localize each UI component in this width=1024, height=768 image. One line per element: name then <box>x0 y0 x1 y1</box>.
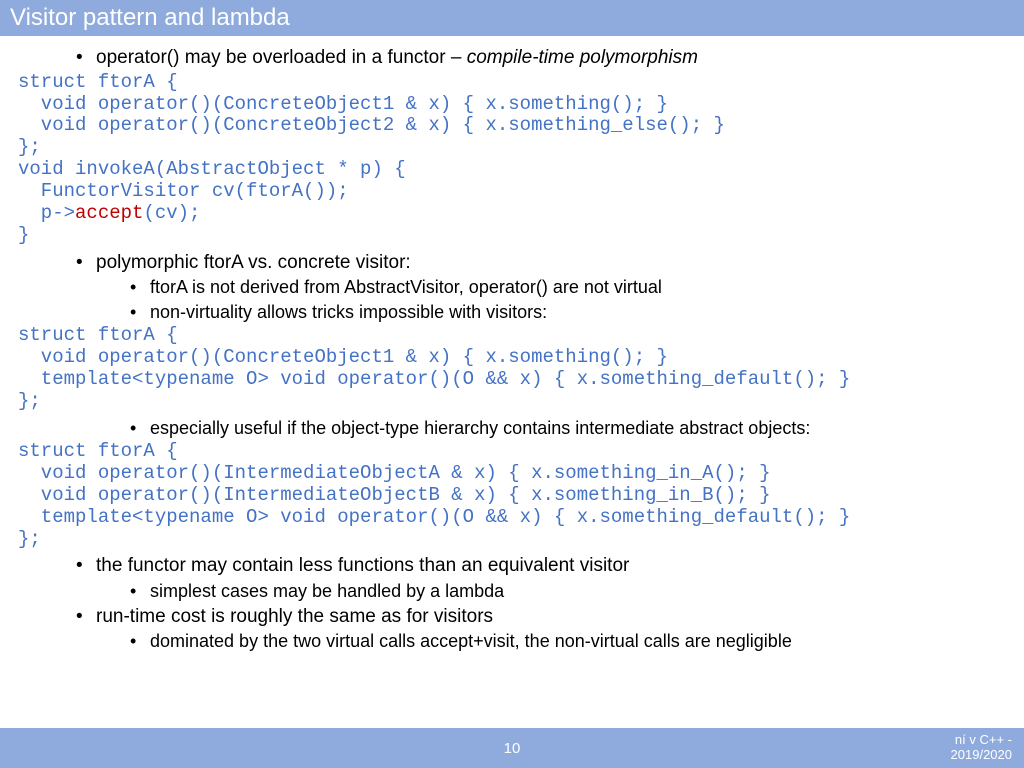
footer: 10 ní v C++ - 2019/2020 <box>0 728 1024 768</box>
code-line: }; <box>18 390 41 412</box>
page-number: 10 <box>0 740 1024 757</box>
code-line: FunctorVisitor cv(ftorA()); <box>18 180 349 202</box>
footer-line-1: ní v C++ - <box>951 733 1012 748</box>
bullet-list: run-time cost is roughly the same as for… <box>18 605 1006 629</box>
code-line: void operator()(ConcreteObject1 & x) { x… <box>18 93 668 115</box>
bullet-list: operator() may be overloaded in a functo… <box>18 46 1006 70</box>
bullet-text: operator() may be overloaded in a functo… <box>96 47 467 68</box>
code-line: }; <box>18 136 41 158</box>
sub-bullet-item: especially useful if the object-type hie… <box>18 417 1006 440</box>
code-line: template<typename O> void operator()(O &… <box>18 506 850 528</box>
code-line: struct ftorA { <box>18 440 178 462</box>
code-line: void operator()(ConcreteObject1 & x) { x… <box>18 346 668 368</box>
slide-body: operator() may be overloaded in a functo… <box>0 36 1024 768</box>
code-line: p-> <box>18 202 75 224</box>
bullet-item: the functor may contain less functions t… <box>18 554 1006 578</box>
sub-bullet-list: especially useful if the object-type hie… <box>18 417 1006 440</box>
code-line: void operator()(IntermediateObjectB & x)… <box>18 484 771 506</box>
code-line: } <box>18 224 29 246</box>
bullet-italic: compile-time polymorphism <box>467 47 698 68</box>
code-block-3: struct ftorA { void operator()(Intermedi… <box>18 441 1006 550</box>
code-line: void invokeA(AbstractObject * p) { <box>18 158 406 180</box>
code-line: void operator()(IntermediateObjectA & x)… <box>18 462 771 484</box>
sub-bullet-list: ftorA is not derived from AbstractVisito… <box>18 276 1006 323</box>
bullet-item: run-time cost is roughly the same as for… <box>18 605 1006 629</box>
bullet-item: operator() may be overloaded in a functo… <box>18 46 1006 70</box>
code-block-1: struct ftorA { void operator()(ConcreteO… <box>18 72 1006 247</box>
bullet-list: polymorphic ftorA vs. concrete visitor: <box>18 251 1006 275</box>
code-line: (cv); <box>143 202 200 224</box>
bullet-list: the functor may contain less functions t… <box>18 554 1006 578</box>
footer-right: ní v C++ - 2019/2020 <box>951 733 1012 763</box>
bullet-item: polymorphic ftorA vs. concrete visitor: <box>18 251 1006 275</box>
slide-title: Visitor pattern and lambda <box>0 0 1024 36</box>
code-line: template<typename O> void operator()(O &… <box>18 368 850 390</box>
sub-bullet-item: non-virtuality allows tricks impossible … <box>18 301 1006 324</box>
footer-line-2: 2019/2020 <box>951 748 1012 763</box>
sub-bullet-item: ftorA is not derived from AbstractVisito… <box>18 276 1006 299</box>
code-line: struct ftorA { <box>18 71 178 93</box>
code-line: }; <box>18 528 41 550</box>
sub-bullet-item: simplest cases may be handled by a lambd… <box>18 580 1006 603</box>
code-line: void operator()(ConcreteObject2 & x) { x… <box>18 114 725 136</box>
code-block-2: struct ftorA { void operator()(ConcreteO… <box>18 325 1006 412</box>
slide: Visitor pattern and lambda operator() ma… <box>0 0 1024 768</box>
code-accept: accept <box>75 202 143 224</box>
sub-bullet-item: dominated by the two virtual calls accep… <box>18 630 1006 653</box>
code-line: struct ftorA { <box>18 324 178 346</box>
sub-bullet-list: dominated by the two virtual calls accep… <box>18 630 1006 653</box>
sub-bullet-list: simplest cases may be handled by a lambd… <box>18 580 1006 603</box>
